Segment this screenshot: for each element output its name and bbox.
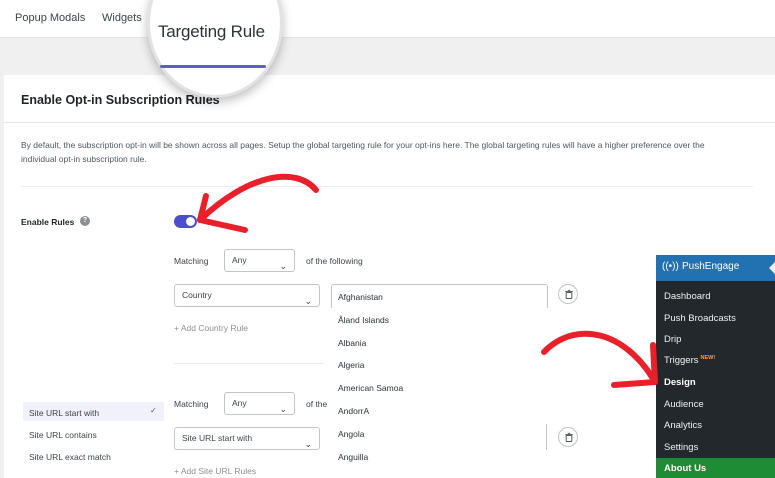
rule-divider — [174, 363, 324, 364]
menu-item-audience[interactable]: Audience — [664, 399, 704, 410]
menu-item-about-us[interactable]: About Us — [664, 463, 706, 474]
chevron-down-icon: ⌄ — [304, 438, 312, 449]
menu-item-analytics[interactable]: Analytics — [664, 420, 702, 431]
country-options-list[interactable] — [331, 284, 548, 478]
listbox-edge — [546, 424, 547, 450]
tab-widgets[interactable]: Widgets — [102, 12, 142, 24]
country-matching-value: Any — [232, 255, 247, 265]
description-divider — [21, 186, 753, 187]
country-field-select[interactable]: Country ⌄ — [174, 284, 320, 307]
delete-country-rule-button[interactable] — [558, 284, 578, 304]
url-matching-label: Matching — [174, 399, 209, 409]
card-description: By default, the subscription opt-in will… — [21, 140, 705, 164]
url-matching-value: Any — [232, 398, 247, 408]
url-of-the: of the — [306, 399, 328, 409]
country-option[interactable]: Angola — [338, 429, 364, 439]
menu-item-dashboard[interactable]: Dashboard — [664, 291, 710, 302]
trash-icon — [565, 432, 573, 442]
delete-url-rule-button[interactable] — [558, 427, 578, 447]
url-field-value: Site URL start with — [182, 433, 253, 443]
check-icon: ✓ — [150, 406, 157, 415]
enable-rules-label: Enable Rules — [21, 217, 75, 227]
enable-rules-toggle[interactable] — [174, 215, 197, 228]
menu-item-drip[interactable]: Drip — [664, 334, 681, 345]
country-field-value: Country — [182, 290, 212, 300]
country-option[interactable]: American Samoa — [338, 383, 403, 393]
country-of-the-following: of the following — [306, 256, 363, 266]
add-site-url-rules-link[interactable]: + Add Site URL Rules — [174, 466, 256, 476]
add-country-rule-link[interactable]: + Add Country Rule — [174, 323, 248, 333]
trash-icon — [565, 289, 573, 299]
pushengage-logo-icon: ((•)) — [662, 261, 679, 272]
country-option[interactable]: Algeria — [338, 360, 364, 370]
url-matching-select[interactable]: Any ⌄ — [224, 392, 295, 415]
url-option[interactable]: Site URL exact match — [29, 452, 111, 462]
menu-item-triggers[interactable]: Triggers NEW! — [664, 355, 715, 366]
toggle-knob — [186, 217, 195, 226]
card-title: Enable Opt-in Subscription Rules — [21, 93, 220, 107]
question-circle-icon[interactable]: ? — [80, 216, 90, 226]
menu-item-triggers-label: Triggers — [664, 355, 699, 367]
menu-item-push-broadcasts[interactable]: Push Broadcasts — [664, 313, 736, 324]
menu-item-design[interactable]: Design — [664, 377, 696, 388]
url-option[interactable]: Site URL start with — [29, 408, 99, 418]
country-matching-select[interactable]: Any ⌄ — [224, 249, 295, 272]
tab-popup-modals[interactable]: Popup Modals — [15, 12, 85, 24]
menu-item-settings[interactable]: Settings — [664, 442, 698, 453]
active-tab-underline — [160, 65, 266, 68]
pushengage-menu-title: PushEngage — [682, 261, 740, 272]
country-option[interactable]: Albania — [338, 338, 366, 348]
url-field-select[interactable]: Site URL start with ⌄ — [174, 427, 320, 450]
tab-targeting-rule[interactable]: Targeting Rule — [158, 22, 265, 42]
chevron-down-icon: ⌄ — [279, 260, 287, 271]
url-option[interactable]: Site URL contains — [29, 430, 97, 440]
country-option[interactable]: Anguilla — [338, 452, 368, 462]
country-option[interactable]: Åland Islands — [338, 315, 389, 325]
tab-bar: Popup Modals Widgets — [0, 0, 775, 38]
card-divider — [4, 122, 775, 123]
new-badge: NEW! — [700, 355, 716, 361]
country-option[interactable]: AndorrA — [338, 406, 369, 416]
chevron-down-icon: ⌄ — [304, 295, 312, 306]
menu-current-arrow-icon — [769, 262, 775, 274]
country-option[interactable]: Afghanistan — [338, 292, 383, 302]
chevron-down-icon: ⌄ — [279, 403, 287, 414]
country-matching-label: Matching — [174, 256, 209, 266]
